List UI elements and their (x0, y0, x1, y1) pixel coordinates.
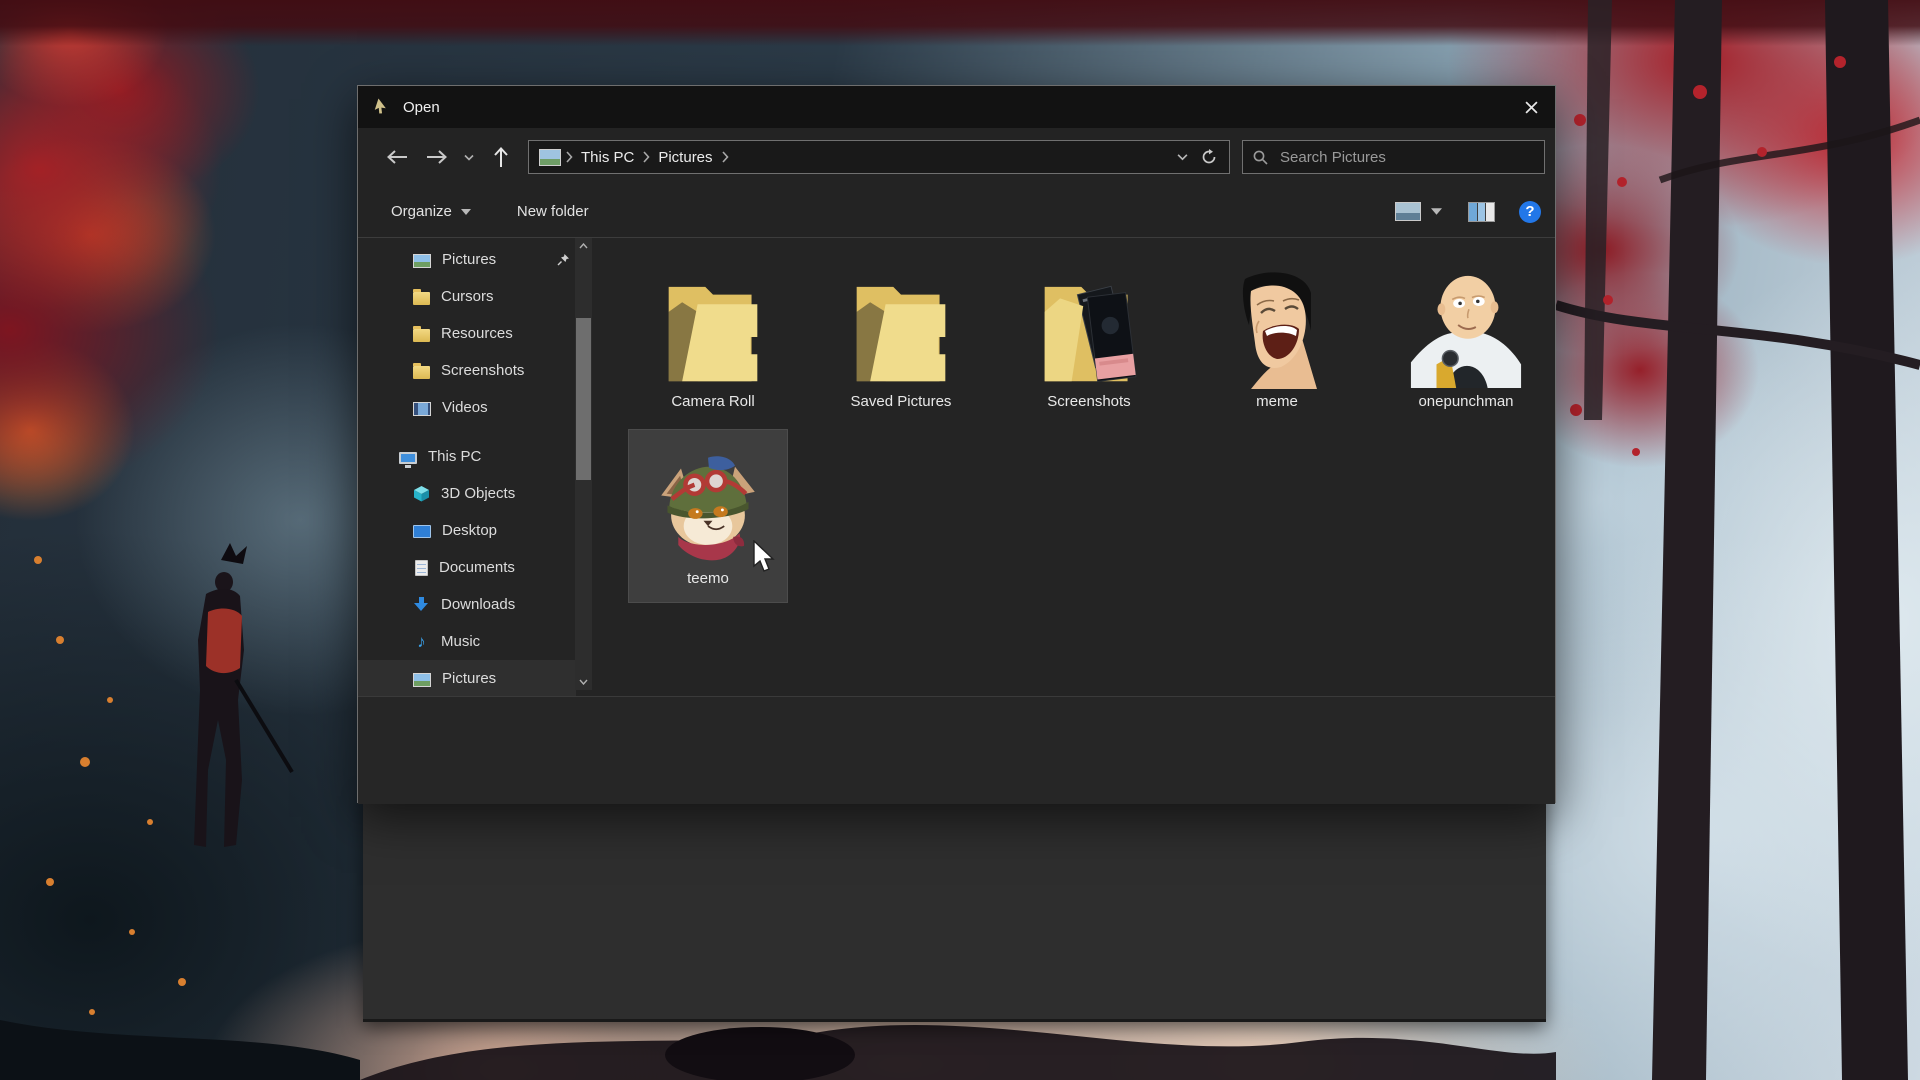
folder-icon (842, 283, 960, 389)
pin-icon (557, 253, 570, 266)
organize-label: Organize (391, 203, 452, 220)
address-bar[interactable]: This PC Pictures (528, 140, 1230, 174)
navigation-sidebar: Pictures Cursors Resources (358, 238, 598, 696)
recent-locations-dropdown[interactable] (456, 144, 482, 170)
dialog-title: Open (403, 99, 440, 116)
folder-with-screenshots-icon (1030, 283, 1148, 389)
background-app-window (363, 790, 1546, 1022)
breadcrumb-this-pc[interactable]: This PC (573, 149, 642, 166)
scroll-up-icon[interactable] (575, 238, 592, 254)
breadcrumb-chevron-icon (565, 151, 573, 163)
refresh-button[interactable] (1195, 143, 1223, 171)
sidebar-item-pictures-thispc[interactable]: Pictures (358, 660, 576, 697)
new-folder-label: New folder (517, 203, 589, 220)
refresh-icon (1201, 149, 1217, 165)
close-button[interactable] (1507, 86, 1555, 128)
scroll-down-icon[interactable] (575, 674, 592, 690)
navigation-bar: This PC Pictures (358, 128, 1555, 186)
search-icon (1253, 150, 1268, 165)
close-icon (1525, 101, 1538, 114)
sidebar-item-this-pc[interactable]: This PC (358, 438, 576, 475)
chevron-down-icon (461, 209, 471, 215)
samurai-silhouette (194, 543, 292, 847)
sidebar-item-3d-objects[interactable]: 3D Objects (358, 475, 576, 512)
up-icon (493, 146, 509, 168)
sidebar-item-screenshots[interactable]: Screenshots (358, 352, 576, 389)
file-item-screenshots[interactable]: Screenshots (1013, 251, 1165, 426)
file-item-onepunchman[interactable]: onepunchman (1390, 251, 1542, 426)
sidebar-item-pictures-quick[interactable]: Pictures (358, 241, 576, 278)
screen: Open (0, 0, 1920, 1080)
open-file-dialog: Open (357, 85, 1556, 803)
address-history-dropdown[interactable] (1169, 144, 1195, 170)
new-folder-button[interactable]: New folder (517, 203, 589, 220)
pictures-library-icon (413, 254, 431, 268)
organize-button[interactable]: Organize (391, 203, 471, 220)
sidebar-item-resources[interactable]: Resources (358, 315, 576, 352)
sidebar-scrollbar[interactable] (575, 238, 592, 690)
sidebar-item-documents[interactable]: Documents (358, 549, 576, 586)
dialog-footer: File name: .Pictures\meme Portable Netwo… (358, 696, 1555, 804)
3d-cube-icon (413, 485, 430, 502)
computer-icon (399, 452, 417, 464)
folder-icon (654, 283, 772, 389)
folder-icon (413, 329, 430, 342)
forward-icon (426, 149, 448, 165)
breadcrumb-pictures[interactable]: Pictures (650, 149, 720, 166)
back-icon (386, 149, 408, 165)
toolbar: Organize New folder ? (358, 186, 1555, 238)
folder-icon (413, 292, 430, 305)
pictures-library-icon (413, 673, 431, 687)
sidebar-item-music[interactable]: ♪ Music (358, 623, 576, 660)
breadcrumb-chevron-icon (642, 151, 650, 163)
chevron-down-icon (1177, 153, 1188, 161)
pictures-location-icon (539, 149, 561, 166)
mouse-cursor (752, 540, 778, 574)
dialog-content: Pictures Cursors Resources (358, 238, 1555, 696)
file-item-teemo[interactable]: teemo (628, 429, 788, 603)
app-icon (373, 98, 391, 116)
teemo-thumbnail (654, 452, 762, 566)
file-item-camera-roll[interactable]: Camera Roll (637, 251, 789, 426)
search-placeholder: Search Pictures (1280, 149, 1386, 166)
file-list: Camera Roll Saved Pictures (598, 238, 1557, 696)
preview-pane-icon[interactable] (1468, 202, 1495, 222)
download-arrow-icon (413, 596, 430, 613)
search-input[interactable]: Search Pictures (1242, 140, 1545, 174)
document-icon (415, 560, 428, 576)
music-note-icon: ♪ (413, 633, 430, 650)
dialog-titlebar[interactable]: Open (358, 86, 1555, 128)
forward-button[interactable] (424, 144, 450, 170)
videos-library-icon (413, 402, 431, 416)
scrollbar-thumb[interactable] (576, 318, 591, 480)
up-button[interactable] (488, 144, 514, 170)
desktop-icon (413, 525, 431, 538)
onepunchman-thumbnail (1407, 263, 1525, 389)
file-item-saved-pictures[interactable]: Saved Pictures (825, 251, 977, 426)
chevron-down-icon (464, 154, 474, 161)
view-thumbnails-icon[interactable] (1395, 202, 1421, 221)
meme-thumbnail (1221, 267, 1333, 389)
sidebar-item-desktop[interactable]: Desktop (358, 512, 576, 549)
views-dropdown-icon[interactable] (1431, 208, 1442, 215)
help-glyph: ? (1525, 203, 1534, 220)
help-button[interactable]: ? (1519, 201, 1541, 223)
breadcrumb-chevron-icon (721, 151, 729, 163)
sidebar-item-cursors[interactable]: Cursors (358, 278, 576, 315)
folder-icon (413, 366, 430, 379)
back-button[interactable] (384, 144, 410, 170)
sidebar-item-downloads[interactable]: Downloads (358, 586, 576, 623)
sidebar-item-videos[interactable]: Videos (358, 389, 576, 426)
file-item-meme[interactable]: meme (1201, 251, 1353, 426)
